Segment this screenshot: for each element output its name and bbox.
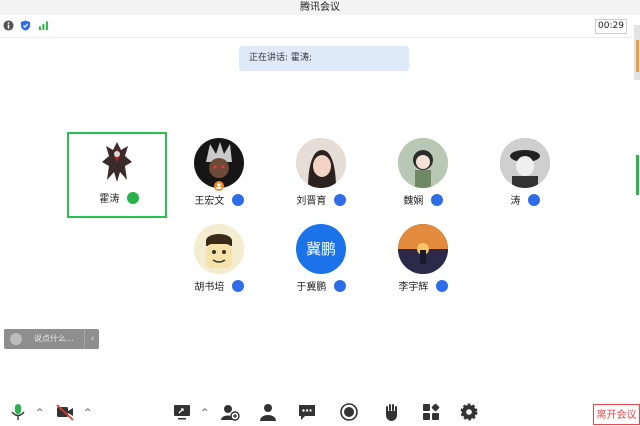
microphone-icon[interactable] (8, 402, 28, 422)
mic-active-icon (126, 192, 139, 204)
chat-input-placeholder[interactable]: 说点什么... (34, 329, 74, 349)
participant-name: 于冀鹏 (296, 282, 327, 293)
participant-name-row: 刘晋育 (271, 192, 371, 207)
participant-tile[interactable]: 魏娴 (373, 134, 473, 220)
participant-name-row: 李宇辉 (373, 278, 473, 293)
avatar (398, 224, 448, 274)
bottom-toolbar: ^ ^ ^ (0, 398, 640, 425)
participant-name-row: 胡书培 (169, 278, 269, 293)
participant-name: 胡书培 (194, 282, 225, 293)
mic-icon (430, 194, 443, 206)
chat-input-box[interactable]: 说点什么... ‹ (4, 329, 99, 349)
record-icon[interactable] (339, 402, 359, 422)
participant-name: 霍涛 (99, 194, 120, 205)
cartoon-face-image (194, 224, 244, 274)
participant-tile[interactable]: 冀鹏 于冀鹏 (271, 220, 371, 306)
avatar (398, 138, 448, 188)
participant-name-row: 于冀鹏 (271, 278, 371, 293)
participant-tile[interactable]: 霍涛 (67, 132, 167, 218)
mic-icon (333, 280, 346, 292)
chat-collapse-button[interactable]: ‹ (84, 329, 100, 349)
cartoon-girl-image (398, 138, 448, 188)
side-indicator-green (636, 155, 639, 195)
meeting-timer: 00:29 (595, 19, 627, 34)
side-indicator-orange (636, 40, 639, 72)
participant-tile[interactable]: 李宇辉 (373, 220, 473, 306)
participant-name: 李宇辉 (398, 282, 429, 293)
security-shield-icon[interactable] (20, 20, 31, 31)
participant-name: 魏娴 (403, 196, 424, 207)
info-icon[interactable] (3, 20, 14, 31)
window-title-bar: 腾讯会议 (0, 0, 640, 15)
mic-icon (231, 194, 244, 206)
screen-share-icon[interactable] (172, 402, 192, 422)
avatar (500, 138, 550, 188)
host-badge-icon (214, 181, 224, 191)
avatar (194, 224, 244, 274)
participant-tile[interactable]: 刘晋育 (271, 134, 371, 220)
mic-icon (527, 194, 540, 206)
participant-name: 涛 (510, 196, 521, 207)
avatar (296, 138, 346, 188)
settings-icon[interactable] (459, 402, 479, 422)
armored-character-image (102, 142, 132, 182)
participant-name-row: 涛 (475, 192, 575, 207)
woman-photo-image (296, 138, 346, 188)
meeting-info-bar: 00:29 (0, 15, 640, 38)
mic-options-chevron[interactable]: ^ (36, 408, 44, 418)
signal-icon[interactable] (38, 20, 49, 31)
chat-icon[interactable] (297, 402, 317, 422)
mic-icon (333, 194, 346, 206)
participant-name-row: 霍涛 (69, 190, 169, 205)
bw-portrait-image (500, 138, 550, 188)
participant-name-row: 魏娴 (373, 192, 473, 207)
speaking-indicator: 正在讲话: 霍涛; (239, 46, 409, 71)
text-avatar: 冀鹏 (296, 224, 346, 274)
avatar (92, 136, 142, 186)
participant-tile[interactable]: 王宏文 (169, 134, 269, 220)
members-icon[interactable] (258, 402, 278, 422)
apps-icon[interactable] (421, 402, 441, 422)
raise-hand-icon[interactable] (382, 402, 402, 422)
window-title: 腾讯会议 (300, 2, 340, 13)
avatar-text: 冀鹏 (305, 240, 336, 258)
camera-options-chevron[interactable]: ^ (84, 408, 92, 418)
participant-name: 刘晋育 (296, 196, 327, 207)
participant-tile[interactable]: 涛 (475, 134, 575, 220)
participant-name-row: 王宏文 (169, 192, 269, 207)
sunset-photo-image (398, 224, 448, 274)
participant-name: 王宏文 (194, 196, 225, 207)
leave-meeting-button[interactable]: 离开会议 (593, 404, 640, 425)
invite-icon[interactable] (220, 402, 240, 422)
mic-icon (231, 280, 244, 292)
participant-tile[interactable]: 胡书培 (169, 220, 269, 306)
mic-icon (435, 280, 448, 292)
share-options-chevron[interactable]: ^ (201, 408, 209, 418)
camera-off-icon[interactable] (55, 402, 75, 422)
emoji-icon[interactable] (10, 333, 22, 345)
